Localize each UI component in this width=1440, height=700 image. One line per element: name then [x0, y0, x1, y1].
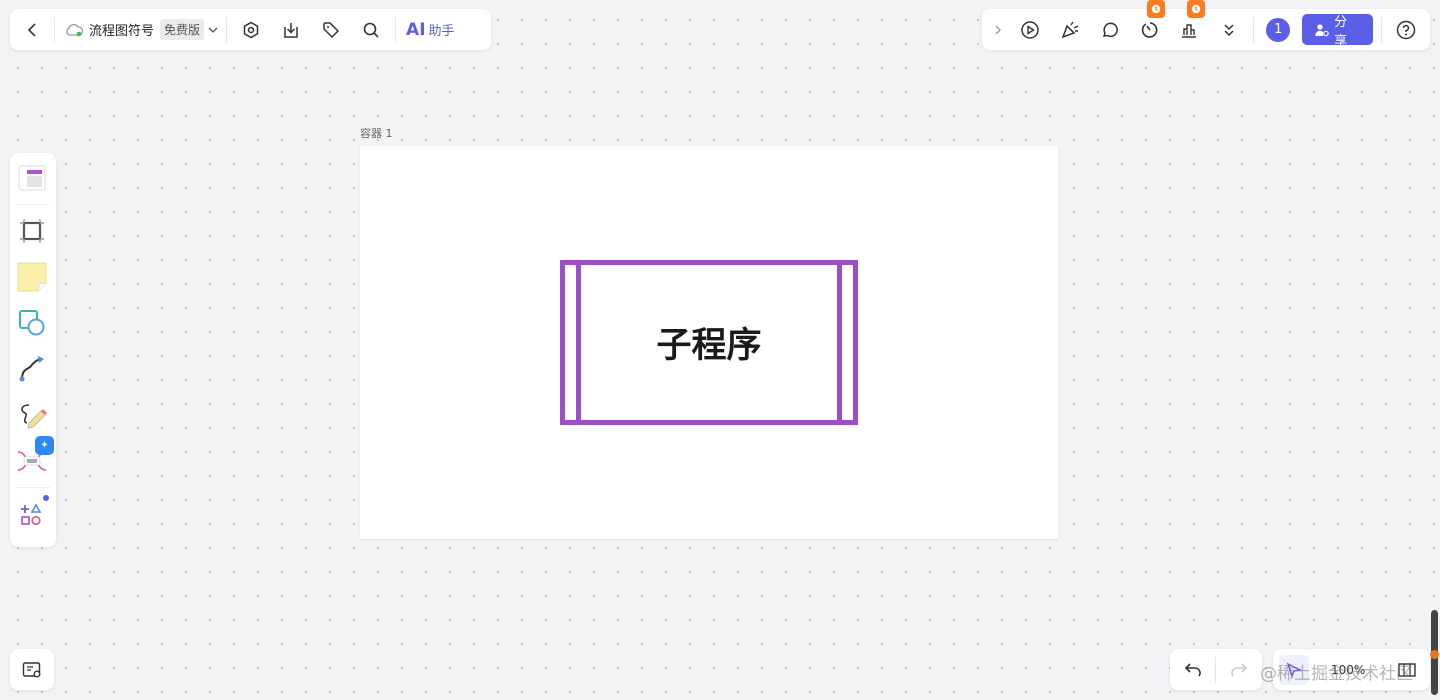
settings-gear-icon[interactable]	[231, 10, 271, 50]
celebrate-icon[interactable]	[1050, 10, 1090, 50]
divider	[54, 17, 55, 43]
container-label: 容器 1	[360, 125, 393, 141]
subroutine-left-bar	[576, 265, 581, 420]
more-shapes-icon	[19, 501, 45, 527]
sticky-note-tool[interactable]	[10, 254, 54, 300]
user-add-icon	[1315, 23, 1329, 37]
connector-curve-icon	[18, 355, 46, 383]
clock-badge-icon	[1147, 0, 1165, 18]
subroutine-right-bar	[837, 265, 842, 420]
cloud-saved-icon	[59, 10, 89, 50]
left-tool-panel: ✦	[10, 153, 56, 547]
divider	[16, 487, 50, 488]
back-icon[interactable]	[16, 10, 50, 50]
pen-scribble-icon	[17, 401, 47, 429]
ai-logo: AI	[406, 20, 425, 40]
ai-assistant-button[interactable]: AI 助手	[400, 20, 461, 40]
undo-icon[interactable]	[1170, 650, 1215, 690]
comment-icon[interactable]	[1090, 10, 1130, 50]
shape-tool[interactable]	[10, 300, 54, 346]
mindmap-tool[interactable]: ✦	[10, 438, 54, 484]
minimap-button[interactable]	[10, 649, 54, 690]
clock-badge-icon	[1187, 0, 1205, 18]
more-chevrons-icon[interactable]	[1209, 10, 1249, 50]
document-title[interactable]: 流程图符号	[89, 20, 154, 39]
share-button[interactable]: 分享	[1302, 14, 1373, 45]
divider	[16, 204, 50, 205]
undo-redo-panel	[1170, 649, 1262, 690]
timer-icon[interactable]	[1130, 10, 1170, 50]
connector-tool[interactable]	[10, 346, 54, 392]
search-icon[interactable]	[351, 10, 391, 50]
top-left-toolbar: 流程图符号 免费版 AI 助手	[10, 9, 491, 50]
frame-tool[interactable]	[10, 208, 54, 254]
chevron-down-icon[interactable]	[204, 10, 222, 50]
vote-chart-icon[interactable]	[1170, 10, 1210, 50]
zoom-slider-handle[interactable]	[1430, 650, 1439, 659]
frame-icon	[19, 218, 45, 244]
divider	[226, 17, 227, 43]
more-shapes-tool[interactable]	[10, 491, 54, 537]
template-tool[interactable]	[10, 155, 54, 201]
template-icon	[18, 165, 46, 191]
tag-icon[interactable]	[311, 10, 351, 50]
divider	[395, 17, 396, 43]
pen-tool[interactable]	[10, 392, 54, 438]
ai-assistant-label: 助手	[429, 20, 455, 39]
help-icon[interactable]	[1386, 10, 1426, 50]
zoom-slider[interactable]	[1431, 610, 1438, 695]
top-right-toolbar: 1 分享	[982, 9, 1430, 50]
new-dot-indicator	[43, 495, 49, 501]
download-icon[interactable]	[271, 10, 311, 50]
collapse-chevron-icon[interactable]	[986, 10, 1010, 50]
online-user-count[interactable]: 1	[1266, 18, 1290, 42]
divider	[1253, 17, 1254, 43]
sticky-note-icon	[17, 262, 47, 292]
shape-text[interactable]: 子程序	[656, 317, 761, 368]
present-play-icon[interactable]	[1010, 10, 1050, 50]
share-label: 分享	[1334, 11, 1360, 49]
shapes-icon	[18, 309, 46, 337]
redo-icon[interactable]	[1216, 650, 1261, 690]
watermark: @稀土掘金技术社区	[1260, 659, 1413, 684]
plan-badge: 免费版	[160, 19, 204, 40]
subroutine-shape[interactable]: 子程序	[560, 260, 858, 425]
divider	[1381, 17, 1382, 43]
ai-badge-icon: ✦	[35, 436, 54, 455]
minimap-icon	[22, 661, 42, 679]
